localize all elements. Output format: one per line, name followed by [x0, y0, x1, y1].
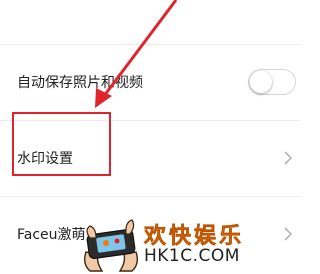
watermark-url: HK1C.COM — [144, 246, 240, 266]
watermark-logo: 欢快娱乐 HK1C.COM — [80, 208, 300, 274]
auto-save-label: 自动保存照片和视频 — [17, 75, 143, 91]
toggle-knob — [250, 71, 272, 93]
settings-screen: 自动保存照片和视频 水印设置 Faceu激萌 欢快娱乐 HK1C.COM — [0, 0, 300, 274]
game-controller-hands-icon — [83, 219, 139, 272]
auto-save-toggle[interactable] — [248, 69, 296, 95]
highlight-box — [12, 112, 111, 176]
faceu-label: Faceu激萌 — [17, 227, 86, 243]
chevron-right-icon — [284, 151, 293, 165]
